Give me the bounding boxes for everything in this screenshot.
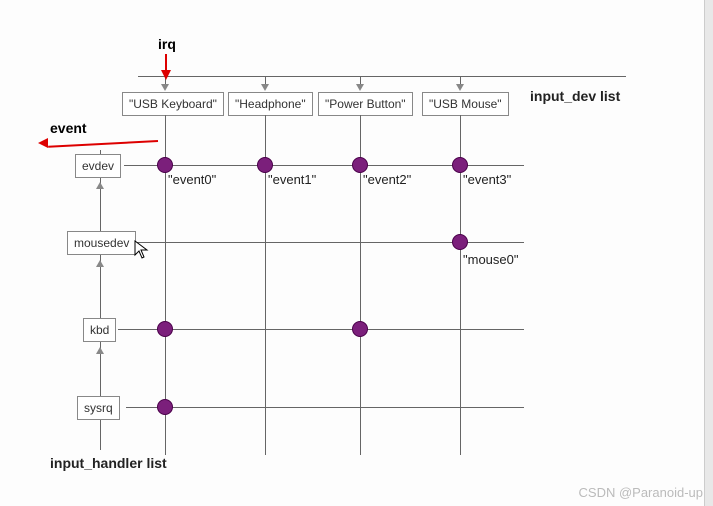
event0-label: "event0" <box>168 172 216 187</box>
event-arrow-line <box>48 140 158 148</box>
event-arrow-head <box>38 138 48 148</box>
input-dev-list-label: input_dev list <box>530 88 620 104</box>
mouse-cursor-icon <box>134 240 150 260</box>
mouse0-label: "mouse0" <box>463 252 518 267</box>
input-handler-list-label: input_handler list <box>50 455 167 471</box>
arrow-up-icon <box>96 347 104 354</box>
event2-label: "event2" <box>363 172 411 187</box>
dev-bus-line <box>138 76 626 77</box>
handler-sysrq: sysrq <box>77 396 120 420</box>
node-evdev-powerbtn <box>352 157 368 173</box>
row-line <box>126 407 524 408</box>
row-line <box>118 329 524 330</box>
device-usb-mouse: "USB Mouse" <box>422 92 509 116</box>
event3-label: "event3" <box>463 172 511 187</box>
node-kbd-usbkbd <box>157 321 173 337</box>
irq-arrow-head <box>161 70 171 80</box>
node-evdev-headphone <box>257 157 273 173</box>
device-usb-keyboard: "USB Keyboard" <box>122 92 224 116</box>
node-mousedev-usbmouse <box>452 234 468 250</box>
event-label: event <box>50 120 87 136</box>
diagram-canvas: { "labels": { "irq": "irq", "event": "ev… <box>0 0 713 506</box>
handler-mousedev: mousedev <box>67 231 136 255</box>
watermark: CSDN @Paranoid-up <box>579 485 703 500</box>
right-gutter <box>704 0 713 506</box>
handler-evdev: evdev <box>75 154 121 178</box>
arrow-up-icon <box>96 182 104 189</box>
node-evdev-usbmouse <box>452 157 468 173</box>
handler-kbd: kbd <box>83 318 116 342</box>
arrow-up-icon <box>96 260 104 267</box>
node-sysrq-usbkbd <box>157 399 173 415</box>
arrow-down-icon <box>356 84 364 91</box>
arrow-down-icon <box>261 84 269 91</box>
irq-label: irq <box>158 36 176 52</box>
node-kbd-powerbtn <box>352 321 368 337</box>
device-headphone: "Headphone" <box>228 92 313 116</box>
event1-label: "event1" <box>268 172 316 187</box>
node-evdev-usbkbd <box>157 157 173 173</box>
arrow-down-icon <box>161 84 169 91</box>
device-power-button: "Power Button" <box>318 92 413 116</box>
arrow-down-icon <box>456 84 464 91</box>
